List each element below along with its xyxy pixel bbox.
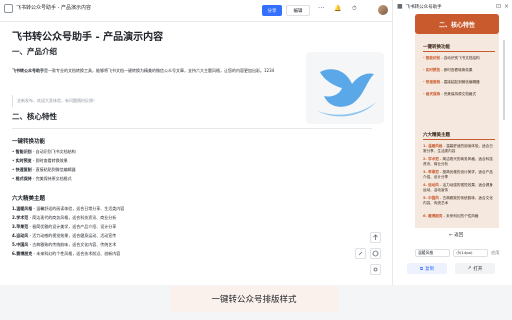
subheading-themes: 六大精美主题 [12, 196, 46, 202]
preview-divider [423, 139, 495, 140]
plugin-panel: ■ 飞书转公众号助手 ⊡ × 二、核心特性 一键转换功能 - 智能识别 - 自动… [392, 0, 512, 285]
intro-bold-text: 飞书转公众号助手 [12, 68, 44, 73]
bird-logo-icon [316, 69, 376, 117]
preview-item: - 格式保持 - 完美保持原文档格式 [423, 92, 477, 96]
bell-icon[interactable]: 🔔 [334, 5, 341, 12]
preview-item: 1. 温暖风格 - 温馨舒适的阅读体验，适合日常分享、生活类内容 [423, 144, 493, 153]
list-item: • 实时预览 - 即时查看转换效果 [12, 158, 68, 163]
share-button[interactable]: 分享 [262, 5, 282, 16]
preview-banner: 二、核心特性 [415, 14, 499, 34]
list-item: • 快速复制 - 直接粘贴到微信编辑器 [12, 167, 76, 172]
app-window: 飞书转公众号助手 - 产品演示内容 分享 编辑 ··· 🔔 ⏱ 飞书转公众号助手… [0, 0, 512, 285]
preview-item: 3. 苹果范 - 极简优雅的设计美学，适合产品介绍、设计分享 [423, 170, 493, 179]
preview-item: - 智能识别 - 自动识别飞书文档结构 [423, 56, 480, 60]
clock-icon[interactable]: ⏱ [352, 5, 357, 13]
preview-divider [423, 51, 495, 52]
window-title: 飞书转公众号助手 - 产品演示内容 [16, 5, 91, 11]
open-button[interactable]: ↗ 打开 [455, 263, 495, 274]
preview-item: - 实时预览 - 即时查看转换效果 [423, 68, 473, 72]
preview-item: 2. 学术范 - 简洁现代的商务风格，适合科技资讯、商业分析 [423, 157, 493, 166]
preview-item: - 快速复制 - 直接粘贴到微信编辑器 [423, 80, 480, 84]
divider [12, 128, 372, 129]
article-preview: 二、核心特性 一键转换功能 - 智能识别 - 自动识别飞书文档结构 - 实时预览… [415, 14, 499, 228]
list-item: 1.温暖风格 - 温馨舒适的阅读体验，适合日常分享、生活类内容 [12, 206, 125, 211]
copy-button[interactable]: ⧉ 复制 [407, 263, 447, 274]
font-size-select[interactable]: 小(14px) [453, 249, 489, 257]
link-icon[interactable] [355, 248, 366, 259]
history-icon[interactable] [370, 248, 381, 259]
pin-icon[interactable]: ⊡ [496, 3, 501, 10]
preview-heading: 六大精美主题 [423, 133, 450, 138]
list-item: 2.学术范 - 简洁现代的商务风格，适合科技资讯、商业分析 [12, 215, 117, 220]
avatar[interactable] [378, 5, 388, 15]
copy-icon: ⧉ [419, 266, 424, 272]
preview-item: 6. 赛博朋克 - 未来科幻的个性风格 [423, 214, 479, 218]
subheading-convert: 一键转换功能 [12, 139, 46, 145]
bird-logo-image [306, 52, 384, 124]
panel-footer: ← 返回 温暖风格 小(14px) 应用 ⧉ 复制 ↗ 打开 [393, 228, 512, 285]
back-button[interactable]: ← 返回 [449, 232, 463, 238]
edit-button-label: 编辑 [293, 8, 303, 14]
list-item: 6.赛博朋克 - 未来科幻的个性风格，适合技术前沿、创新内容 [12, 251, 121, 256]
open-label: 打开 [473, 266, 483, 272]
apply-button[interactable]: 应用 [491, 250, 499, 256]
list-item: • 智能识别 - 自动识别飞书文档结构 [12, 149, 76, 154]
theme-controls: 温暖风格 小(14px) 应用 [415, 248, 499, 258]
back-label: 返回 [454, 233, 464, 238]
list-item: 3.苹果范 - 极简优雅的设计美学，适合产品介绍、设计分享 [12, 224, 117, 229]
caption-banner: 一键转公众号排版样式 [170, 286, 338, 312]
document-body: 飞书转公众号助手 - 产品演示内容 一、产品介绍 飞书转公众号助手是一款专业的文… [0, 22, 392, 285]
plugin-icon: ■ [397, 3, 403, 10]
preview-item: 5. 中国风 - 古典雅致的传统韵味，适合文化内容、传统艺术 [423, 196, 493, 205]
preview-heading: 一键转换功能 [423, 45, 450, 50]
list-item: • 格式保持 - 完美保持原文档格式 [12, 176, 72, 181]
theme-select[interactable]: 温暖风格 [415, 249, 451, 257]
edit-button[interactable]: 编辑 [286, 5, 310, 16]
panel-header: ■ 飞书转公众号助手 ⊡ × [393, 0, 512, 13]
close-icon[interactable]: × [504, 3, 509, 10]
upload-icon[interactable] [370, 232, 381, 243]
list-item: 5.中国风 - 古典雅致的传统韵味，适合文化内容、传统艺术 [12, 242, 117, 247]
list-item: 4.运动风 - 活力动感的视觉效果，适合健身运动、活动宣传 [12, 233, 117, 238]
section-heading-intro: 一、产品介绍 [12, 47, 57, 56]
gear-icon[interactable] [370, 264, 381, 275]
document-icon [4, 4, 13, 13]
panel-title: 飞书转公众号助手 [405, 4, 442, 10]
intro-text: 是一款专业的文档转换工具，能够将飞书文档一键转换为精美的微信公众号文章，支持六大… [44, 68, 275, 73]
external-link-icon: ↗ [467, 266, 472, 271]
page-title: 飞书转公众号助手 - 产品演示内容 [12, 32, 164, 43]
section-heading-features: 二、核心特性 [12, 112, 57, 121]
more-icon[interactable]: ··· [318, 4, 325, 12]
preview-item: 4. 运动风 - 活力动感的视觉效果，适合健身运动、活动宣传 [423, 183, 493, 192]
quote-block: 全新发布，欢迎大家体验，有问题随时反馈！ [12, 95, 302, 107]
copy-label: 复制 [425, 266, 435, 272]
intro-paragraph: 飞书转公众号助手是一款专业的文档转换工具，能够将飞书文档一键转换为精美的微信公众… [12, 68, 302, 74]
scrollbar[interactable] [503, 40, 505, 120]
